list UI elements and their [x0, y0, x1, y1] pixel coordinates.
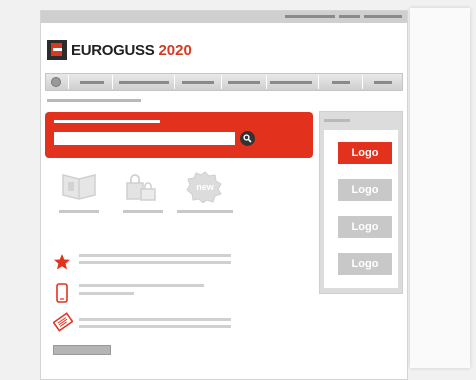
search-input[interactable]	[54, 132, 235, 145]
nav-item[interactable]	[182, 81, 214, 84]
nav-item[interactable]	[332, 81, 350, 84]
more-button[interactable]	[53, 345, 111, 355]
nav-item[interactable]	[270, 81, 312, 84]
feature-label	[177, 210, 233, 213]
list-item[interactable]	[52, 312, 74, 337]
logo-brand-text: EUROGUSS	[71, 41, 155, 59]
feature-item[interactable]: new	[177, 171, 233, 213]
list-text-line	[79, 254, 231, 257]
logo-year-text: 2020	[158, 41, 192, 59]
website-wireframe: EUROGUSS 2020 new Logo Logo Logo Logo	[40, 10, 408, 380]
new-badge-text: new	[196, 182, 215, 192]
top-link[interactable]	[339, 15, 360, 18]
site-logo[interactable]: EUROGUSS 2020	[47, 39, 192, 61]
list-text-line	[79, 261, 231, 264]
new-badge-icon: new	[186, 171, 222, 204]
logo-button-2[interactable]: Logo	[338, 179, 392, 201]
list-text-line	[79, 284, 204, 287]
exhibitor-logos-box: Logo Logo Logo Logo	[319, 111, 403, 294]
search-panel	[45, 112, 313, 158]
list-item[interactable]	[53, 283, 71, 308]
mobile-phone-icon	[56, 283, 68, 303]
list-text-line	[79, 318, 231, 321]
feature-item[interactable]	[123, 171, 163, 213]
top-utility-bar	[41, 11, 407, 23]
search-title	[54, 120, 160, 123]
home-icon[interactable]	[51, 77, 61, 87]
list-text-line	[79, 325, 231, 328]
list-text-line	[79, 292, 134, 295]
top-link[interactable]	[364, 15, 402, 18]
feature-label	[59, 210, 99, 213]
background-window	[410, 8, 470, 368]
shopping-bags-icon	[126, 174, 156, 201]
nav-item[interactable]	[80, 81, 104, 84]
logo-button-4[interactable]: Logo	[338, 253, 392, 275]
search-button[interactable]	[240, 131, 255, 146]
breadcrumb[interactable]	[47, 99, 141, 102]
top-link[interactable]	[285, 15, 335, 18]
nav-item[interactable]	[374, 81, 392, 84]
sidebox-title	[324, 119, 350, 122]
feature-label	[123, 210, 163, 213]
search-icon	[243, 134, 252, 143]
star-icon	[54, 254, 70, 270]
logo-button-3[interactable]: Logo	[338, 216, 392, 238]
list-item[interactable]	[53, 253, 71, 276]
ticket-icon	[52, 312, 74, 332]
main-navigation	[45, 73, 403, 91]
logo-list: Logo Logo Logo Logo	[324, 130, 398, 288]
feature-item[interactable]	[59, 171, 99, 213]
euroguss-logo-icon	[47, 40, 67, 60]
nav-item[interactable]	[228, 81, 260, 84]
map-board-icon	[62, 174, 96, 200]
logo-button-1[interactable]: Logo	[338, 142, 392, 164]
nav-item[interactable]	[119, 81, 169, 84]
